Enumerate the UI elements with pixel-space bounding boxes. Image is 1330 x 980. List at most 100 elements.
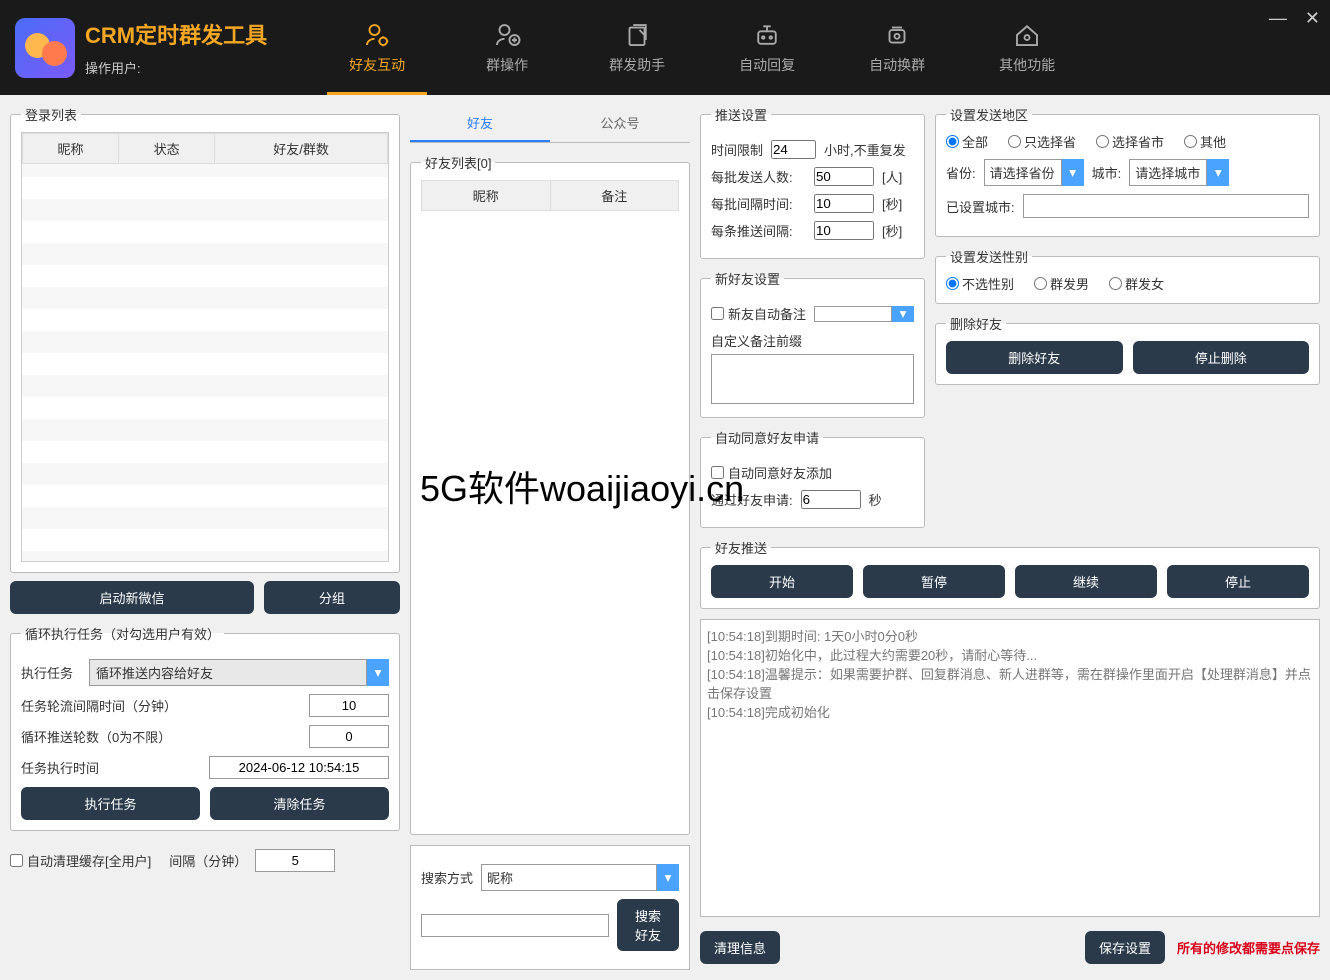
save-warning: 所有的修改都需要点保存	[1177, 938, 1320, 957]
subtab-public[interactable]: 公众号	[550, 105, 690, 142]
task-select-value[interactable]: 循环推送内容给好友	[89, 659, 367, 686]
search-friend-button[interactable]: 搜索好友	[617, 899, 679, 951]
exec-task-button[interactable]: 执行任务	[21, 787, 200, 820]
friend-list-box: 好友列表[0] 昵称 备注	[410, 153, 690, 835]
auto-clean-checkbox[interactable]	[10, 854, 23, 867]
push-resume-button[interactable]: 继续	[1015, 565, 1157, 598]
push-legend: 推送设置	[711, 105, 771, 124]
sub-tabs: 好友 公众号	[410, 105, 690, 143]
remark-select[interactable]	[814, 306, 892, 322]
auto-add-check[interactable]: 自动同意好友添加	[711, 463, 832, 482]
delete-box: 删除好友 删除好友 停止删除	[935, 314, 1320, 385]
auto-remark-label: 新友自动备注	[728, 304, 806, 323]
tab-group-ops[interactable]: 群操作	[442, 0, 572, 95]
friend-list-legend: 好友列表[0]	[421, 153, 495, 172]
push-start-button[interactable]: 开始	[711, 565, 853, 598]
custom-prefix-label: 自定义备注前缀	[711, 331, 914, 350]
region-opt-city[interactable]: 选择省市	[1096, 132, 1164, 151]
close-icon[interactable]: ✕	[1305, 8, 1320, 29]
login-list-legend: 登录列表	[21, 105, 81, 124]
tab-mass-helper[interactable]: 群发助手	[572, 0, 702, 95]
minimize-icon[interactable]: —	[1269, 8, 1287, 29]
stop-delete-button[interactable]: 停止删除	[1133, 341, 1310, 374]
pass-label: 通过好友申请:	[711, 490, 793, 509]
search-method-value[interactable]: 昵称	[481, 864, 657, 891]
login-list-table[interactable]: 昵称 状态 好友/群数	[21, 132, 389, 562]
batch-interval-input[interactable]	[814, 194, 874, 213]
auto-clean-interval-label: 间隔（分钟）	[169, 851, 247, 870]
item-interval-input[interactable]	[814, 221, 874, 240]
auto-clean-interval-input[interactable]	[255, 849, 335, 872]
push-stop-button[interactable]: 停止	[1167, 565, 1309, 598]
auto-approve-legend: 自动同意好友申请	[711, 428, 823, 447]
tab-auto-reply[interactable]: 自动回复	[702, 0, 832, 95]
gender-female[interactable]: 群发女	[1109, 274, 1164, 293]
batch-label: 每批发送人数:	[711, 167, 806, 186]
friend-list-body[interactable]	[421, 211, 679, 824]
auto-clean-check[interactable]: 自动清理缓存[全用户]	[10, 851, 151, 870]
clear-task-button[interactable]: 清除任务	[210, 787, 389, 820]
time-limit-label: 时间限制	[711, 140, 763, 159]
push-pause-button[interactable]: 暂停	[863, 565, 1005, 598]
app-header: CRM定时群发工具 操作用户: 好友互动 群操作 群发助手 自动回复 自动换群 …	[0, 0, 1330, 95]
time-input[interactable]	[209, 756, 389, 779]
app-subtitle: 操作用户:	[85, 58, 267, 77]
auto-add-checkbox[interactable]	[711, 466, 724, 479]
region-opt-prov[interactable]: 只选择省	[1008, 132, 1076, 151]
gender-legend: 设置发送性别	[946, 247, 1032, 266]
gear-house-icon	[1012, 20, 1042, 50]
auto-remark-check[interactable]: 新友自动备注	[711, 304, 806, 323]
tab-auto-switch[interactable]: 自动换群	[832, 0, 962, 95]
col-count: 好友/群数	[215, 134, 388, 164]
col-nick: 昵称	[23, 134, 119, 164]
task-select-dropdown[interactable]: ▾	[367, 659, 389, 686]
gender-male[interactable]: 群发男	[1034, 274, 1089, 293]
group-button[interactable]: 分组	[264, 581, 400, 614]
time-limit-suffix: 小时,不重复发	[824, 140, 906, 159]
push-settings-box: 推送设置 时间限制 小时,不重复发 每批发送人数: [人] 每批间隔时间:	[700, 105, 925, 259]
new-friend-legend: 新好友设置	[711, 269, 784, 288]
tab-friend-interact[interactable]: 好友互动	[312, 0, 442, 95]
pass-input[interactable]	[801, 490, 861, 509]
interval-label: 任务轮流间隔时间（分钟）	[21, 696, 177, 715]
robot-icon	[752, 20, 782, 50]
gender-none[interactable]: 不选性别	[946, 274, 1014, 293]
nav-label: 其他功能	[999, 55, 1055, 75]
app-title: CRM定时群发工具	[85, 18, 267, 50]
rounds-input[interactable]	[309, 725, 389, 748]
interval-input[interactable]	[309, 694, 389, 717]
nav-label: 自动回复	[739, 55, 795, 75]
person-plus-icon	[492, 20, 522, 50]
col-status: 状态	[119, 134, 215, 164]
log-output[interactable]: [10:54:18]到期时间: 1天0小时0分0秒 [10:54:18]初始化中…	[700, 619, 1320, 917]
logo-area: CRM定时群发工具 操作用户:	[0, 0, 282, 95]
fcol-nick: 昵称	[422, 181, 551, 211]
province-dropdown[interactable]: ▾	[1062, 159, 1084, 186]
friend-push-box: 好友推送 开始 暂停 继续 停止	[700, 538, 1320, 609]
custom-prefix-input[interactable]	[711, 354, 914, 404]
auto-remark-checkbox[interactable]	[711, 307, 724, 320]
search-input[interactable]	[421, 914, 609, 937]
batch-input[interactable]	[814, 167, 874, 186]
new-friend-box: 新好友设置 新友自动备注 ▾ 自定义备注前缀	[700, 269, 925, 418]
remark-dropdown[interactable]: ▾	[892, 306, 914, 322]
tab-other[interactable]: 其他功能	[962, 0, 1092, 95]
delete-friend-button[interactable]: 删除好友	[946, 341, 1123, 374]
time-limit-input[interactable]	[771, 140, 816, 159]
rounds-label: 循环推送轮数（0为不限）	[21, 727, 171, 746]
city-dropdown[interactable]: ▾	[1207, 159, 1229, 186]
subtab-friend[interactable]: 好友	[410, 105, 550, 142]
set-city-box[interactable]	[1023, 194, 1309, 218]
city-select[interactable]: 请选择城市	[1129, 159, 1207, 186]
clear-info-button[interactable]: 清理信息	[700, 931, 780, 964]
window-controls: — ✕	[1269, 8, 1320, 29]
region-opt-all[interactable]: 全部	[946, 132, 988, 151]
province-select[interactable]: 请选择省份	[984, 159, 1062, 186]
friend-push-legend: 好友推送	[711, 538, 771, 557]
gender-box: 设置发送性别 不选性别 群发男 群发女	[935, 247, 1320, 304]
search-method-dropdown[interactable]: ▾	[657, 864, 679, 891]
save-settings-button[interactable]: 保存设置	[1085, 931, 1165, 964]
batch-unit: [人]	[882, 167, 902, 186]
start-wechat-button[interactable]: 启动新微信	[10, 581, 254, 614]
region-opt-other[interactable]: 其他	[1184, 132, 1226, 151]
